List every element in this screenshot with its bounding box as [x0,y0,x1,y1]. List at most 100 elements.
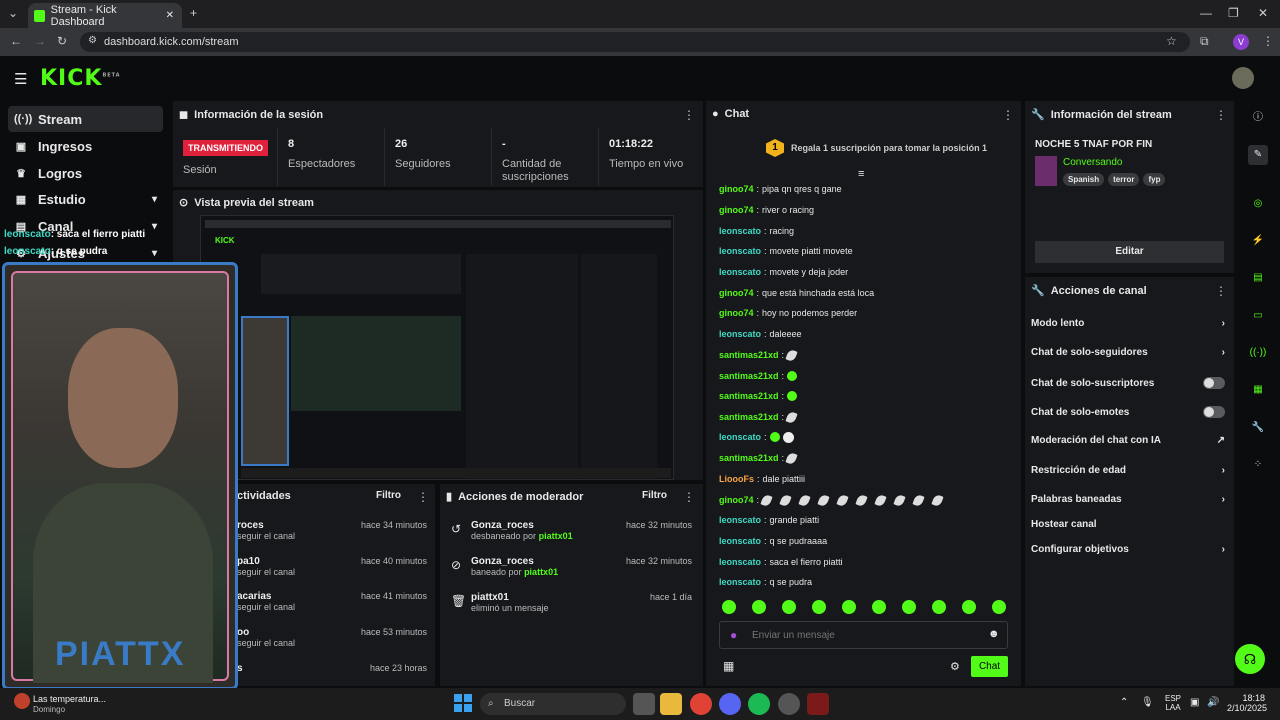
tray-chevron-icon[interactable]: ⌃ [1120,697,1128,708]
chat-username[interactable]: ginoo74 [719,308,754,318]
quick-emote-icon[interactable] [752,600,766,614]
sidebar-item-ingresos[interactable]: ▣ Ingresos [8,133,163,159]
window-close-icon[interactable]: ✕ [1258,6,1268,20]
kick-logo[interactable]: KICKBETA [40,66,121,91]
file-explorer-icon[interactable] [660,693,682,715]
chat-username[interactable]: leonscato [719,577,761,587]
chat-username[interactable]: ginoo74 [719,495,754,505]
chat-username[interactable]: leonscato [719,515,761,525]
browser-tab[interactable]: Stream - Kick Dashboard ✕ [28,3,182,28]
new-tab-icon[interactable]: + [190,6,197,20]
sidebar-item-stream[interactable]: ((·)) Stream [8,106,163,132]
tray-mic-icon[interactable]: 🎙 [1141,697,1154,708]
browser-menu-icon[interactable]: ⋮ [1262,34,1274,48]
taskbar-search[interactable]: ⌕ Buscar [480,693,626,715]
quick-emote-icon[interactable] [902,600,916,614]
chat-username[interactable]: santimas21xd [719,453,779,463]
edit-stream-button[interactable]: Editar [1035,241,1224,263]
windows-start-icon[interactable] [454,694,472,712]
document-icon[interactable]: ▤ [1248,268,1268,288]
gift-sub-text[interactable]: Regala 1 suscripción para tomar la posic… [791,143,987,153]
weather-text[interactable]: Las temperatura... [33,694,106,704]
sidebar-item-estudio[interactable]: ▦ Estudio ▾ [8,186,163,212]
hamburger-menu-icon[interactable]: ☰ [14,70,27,88]
chat-username[interactable]: leonscato [719,246,761,256]
extensions-icon[interactable]: ⧉ [1200,34,1209,49]
subscribers-only-toggle[interactable] [1203,377,1225,389]
chat-username[interactable]: santimas21xd [719,391,779,401]
mod-filter-button[interactable]: Filtro [642,490,667,501]
quick-emote-icon[interactable] [782,600,796,614]
action-host-channel[interactable]: Hostear canal [1031,519,1225,530]
quick-emote-icon[interactable] [812,600,826,614]
chat-username[interactable]: LioooFs [719,474,754,484]
quick-emote-icon[interactable] [962,600,976,614]
chat-menu-icon[interactable]: ⋮ [1002,108,1014,122]
tools-icon[interactable]: 🔧 [1248,418,1268,438]
chrome-icon[interactable] [690,693,712,715]
tab-search-icon[interactable]: ⌄ [8,6,18,20]
language-indicator[interactable]: ESP LAA [1165,694,1181,712]
discord-icon[interactable] [719,693,741,715]
layout-icon[interactable]: ▦ [1248,380,1268,400]
address-bar[interactable]: dashboard.kick.com/stream [80,32,1190,52]
reload-icon[interactable]: ↻ [57,34,67,48]
action-ai-moderation[interactable]: Moderación del chat con IA ↗ [1031,435,1225,446]
microphone-icon[interactable]: ● [730,628,737,642]
support-headset-icon[interactable]: ☊ [1235,644,1265,674]
back-icon[interactable]: ← [10,34,22,48]
focus-icon[interactable]: ◎ [1248,194,1268,214]
lightning-icon[interactable]: ⚡ [1248,231,1268,251]
chat-settings-icon[interactable]: ⚙ [950,660,960,673]
chat-username[interactable]: ginoo74 [719,184,754,194]
task-view-icon[interactable] [633,693,655,715]
chat-input[interactable] [752,627,972,643]
volume-icon[interactable]: 🔊 [1207,697,1219,708]
profile-avatar[interactable]: V [1233,34,1249,50]
emoji-icon[interactable]: ☻ [988,628,1000,640]
info-circle-icon[interactable]: ⓘ [1248,108,1268,128]
sidebar-item-logros[interactable]: ♛ Logros [8,160,163,186]
chat-send-button[interactable]: Chat [971,656,1008,677]
forward-icon[interactable]: → [34,34,46,48]
action-followers-only[interactable]: Chat de solo-seguidores › [1031,347,1225,358]
restore-icon[interactable]: ❐ [1228,6,1239,20]
activities-menu-icon[interactable]: ⋮ [417,490,429,504]
chat-pin-icon[interactable]: ≡ [858,168,864,180]
site-info-icon[interactable]: ⚙ [88,35,97,46]
stream-preview-video[interactable]: KICK [200,215,674,480]
quick-emote-icon[interactable] [932,600,946,614]
chat-username[interactable]: ginoo74 [719,205,754,215]
action-slow-mode[interactable]: Modo lento › [1031,318,1225,329]
emotes-only-toggle[interactable] [1203,406,1225,418]
store-icon[interactable]: ▦ [723,659,734,673]
category-label[interactable]: Conversando [1063,157,1122,168]
action-banned-words[interactable]: Palabras baneadas › [1031,494,1225,505]
quick-emote-icon[interactable] [842,600,856,614]
obs-icon[interactable] [778,693,800,715]
weather-icon[interactable] [14,693,30,709]
quick-emote-icon[interactable] [722,600,736,614]
activities-filter-button[interactable]: Filtro [376,490,401,501]
quick-emote-icon[interactable] [992,600,1006,614]
game-icon[interactable] [807,693,829,715]
bookmark-star-icon[interactable]: ☆ [1166,34,1177,48]
mod-menu-icon[interactable]: ⋮ [683,490,695,504]
chat-username[interactable]: leonscato [719,267,761,277]
user-avatar[interactable] [1232,67,1254,89]
minimize-icon[interactable]: — [1200,6,1212,20]
spotify-icon[interactable] [748,693,770,715]
shapes-icon[interactable]: ⁘ [1248,455,1268,475]
network-icon[interactable]: ▣ [1190,697,1199,708]
broadcast-icon[interactable]: ((·)) [1248,343,1268,363]
channel-actions-menu-icon[interactable]: ⋮ [1215,284,1227,298]
tab-close-icon[interactable]: ✕ [166,10,174,21]
chat-username[interactable]: leonscato [719,536,761,546]
quick-emote-icon[interactable] [872,600,886,614]
action-age-restriction[interactable]: Restricción de edad › [1031,465,1225,476]
chat-icon[interactable]: ▭ [1248,306,1268,326]
chat-username[interactable]: leonscato [719,329,761,339]
chat-username[interactable]: santimas21xd [719,350,779,360]
chat-username[interactable]: leonscato [719,432,761,442]
action-configure-goals[interactable]: Configurar objetivos › [1031,544,1225,555]
